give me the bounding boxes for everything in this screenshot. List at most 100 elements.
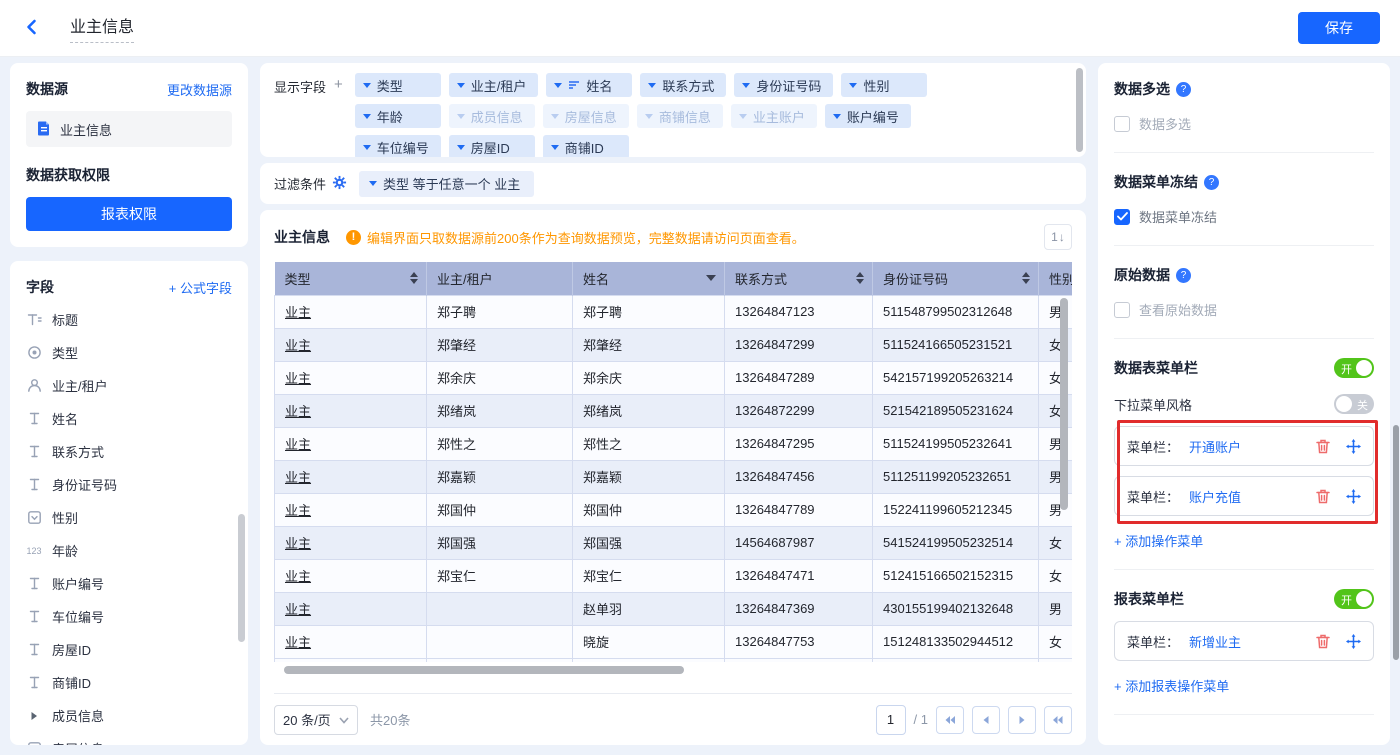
add-report-menu-link[interactable]: + 添加报表操作菜单 — [1114, 676, 1229, 695]
field-item-姓名[interactable]: 姓名 — [26, 402, 248, 435]
display-field-chip-业主/租户[interactable]: 业主/租户 — [449, 73, 539, 97]
current-page-input[interactable]: 1 — [876, 705, 906, 735]
delete-icon[interactable] — [1315, 633, 1331, 649]
table-menu-toggle[interactable]: 开 — [1334, 358, 1374, 378]
delete-icon[interactable] — [1315, 438, 1331, 454]
display-field-chip-商铺ID[interactable]: 商铺ID — [543, 135, 629, 157]
sort-desc-icon[interactable] — [706, 275, 716, 281]
column-header-联系方式[interactable]: 联系方式 — [725, 262, 873, 295]
filter-condition-chip[interactable]: 类型 等于任意一个 业主 — [359, 171, 534, 197]
next-page-button[interactable] — [1008, 706, 1036, 734]
help-icon[interactable]: ? — [1204, 175, 1219, 190]
table-cell[interactable]: 业主 — [275, 394, 427, 427]
field-item-联系方式[interactable]: 联系方式 — [26, 435, 248, 468]
menu-item-name[interactable]: 新增业主 — [1189, 632, 1241, 651]
formula-field-link[interactable]: + 公式字段 — [169, 278, 232, 297]
report-menu-toggle[interactable]: 开 — [1334, 589, 1374, 609]
field-item-商铺ID[interactable]: 商铺ID — [26, 666, 248, 699]
change-datasource-link[interactable]: 更改数据源 — [167, 80, 232, 99]
report-permission-button[interactable]: 报表权限 — [26, 197, 232, 231]
help-icon[interactable]: ? — [1176, 268, 1191, 283]
menu-item-开通账户[interactable]: 菜单栏：开通账户 — [1114, 426, 1374, 466]
display-field-chip-性别[interactable]: 性别 — [841, 73, 927, 97]
field-item-身份证号码[interactable]: 身份证号码 — [26, 468, 248, 501]
raw-data-checkbox-row[interactable]: 查看原始数据 — [1114, 300, 1374, 319]
column-header-性别[interactable]: 性别 — [1039, 262, 1073, 295]
first-page-button[interactable] — [936, 706, 964, 734]
table-cell[interactable]: 业主 — [275, 592, 427, 625]
display-field-chip-联系方式[interactable]: 联系方式 — [640, 73, 726, 97]
display-field-chip-年龄[interactable]: 年龄 — [355, 104, 441, 128]
field-item-车位编号[interactable]: 车位编号 — [26, 600, 248, 633]
field-item-性别[interactable]: 性别 — [26, 501, 248, 534]
add-action-menu-link[interactable]: + 添加操作菜单 — [1114, 531, 1203, 550]
display-field-chip-房屋ID[interactable]: 房屋ID — [449, 135, 535, 157]
multi-select-checkbox-row[interactable]: 数据多选 — [1114, 114, 1374, 133]
add-display-field-button[interactable]: + — [334, 77, 343, 92]
menu-item-账户充值[interactable]: 菜单栏：账户充值 — [1114, 476, 1374, 516]
sort-icon[interactable] — [1022, 272, 1030, 284]
dropdown-style-toggle[interactable]: 关 — [1334, 394, 1374, 414]
display-field-chip-账户编号[interactable]: 账户编号 — [825, 104, 911, 128]
field-item-类型[interactable]: 类型 — [26, 336, 248, 369]
table-cell[interactable]: 业主 — [275, 526, 427, 559]
field-item-账户编号[interactable]: 账户编号 — [26, 567, 248, 600]
checkbox-unchecked-icon[interactable] — [1114, 302, 1130, 318]
table-cell[interactable]: 业主 — [275, 427, 427, 460]
page-vertical-scrollbar[interactable] — [1393, 425, 1399, 660]
table-cell[interactable]: 业主 — [275, 295, 427, 328]
menu-freeze-checkbox-row[interactable]: 数据菜单冻结 — [1114, 207, 1374, 226]
last-page-button[interactable] — [1044, 706, 1072, 734]
divider — [1114, 245, 1374, 246]
field-item-年龄[interactable]: 123年龄 — [26, 534, 248, 567]
prev-page-button[interactable] — [972, 706, 1000, 734]
field-item-业主/租户[interactable]: 业主/租户 — [26, 369, 248, 402]
display-field-chip-身份证号码[interactable]: 身份证号码 — [734, 73, 833, 97]
sort-icon[interactable] — [410, 272, 418, 284]
table-cell[interactable]: 业主 — [275, 493, 427, 526]
help-icon[interactable]: ? — [1176, 82, 1191, 97]
sort-order-button[interactable]: 1↓ — [1044, 224, 1072, 250]
table-cell[interactable]: 业主 — [275, 625, 427, 658]
display-field-chip-房屋信息[interactable]: 房屋信息 — [543, 104, 629, 128]
page-size-select[interactable]: 20 条/页 — [274, 705, 358, 735]
display-field-chip-类型[interactable]: 类型 — [355, 73, 441, 97]
field-item-成员信息[interactable]: 成员信息 — [26, 699, 248, 732]
move-icon[interactable] — [1345, 438, 1361, 454]
move-icon[interactable] — [1345, 488, 1361, 504]
menu-item-name[interactable]: 开通账户 — [1189, 437, 1241, 456]
table-vertical-scrollbar[interactable] — [1060, 298, 1068, 510]
table-cell[interactable]: 业主 — [275, 559, 427, 592]
move-icon[interactable] — [1345, 633, 1361, 649]
checkbox-unchecked-icon[interactable] — [1114, 116, 1130, 132]
display-panel-scrollbar[interactable] — [1076, 68, 1083, 152]
table-cell[interactable]: 业主 — [275, 460, 427, 493]
menu-item-新增业主[interactable]: 菜单栏：新增业主 — [1114, 621, 1374, 661]
table-cell[interactable]: 业主 — [275, 361, 427, 394]
save-button[interactable]: 保存 — [1298, 12, 1380, 44]
column-header-姓名[interactable]: 姓名 — [573, 262, 725, 295]
column-header-类型[interactable]: 类型 — [275, 262, 427, 295]
checkbox-checked-icon[interactable] — [1114, 209, 1130, 225]
table-horizontal-scrollbar[interactable] — [284, 666, 684, 674]
delete-icon[interactable] — [1315, 488, 1331, 504]
display-field-chip-商铺信息[interactable]: 商铺信息 — [637, 104, 723, 128]
pagination-bar: 20 条/页 共20条 1 / 1 — [274, 693, 1072, 745]
column-header-业主/租户[interactable]: 业主/租户 — [427, 262, 573, 295]
field-item-房屋信息[interactable]: 房屋信息 — [26, 732, 248, 745]
table-cell[interactable]: 业主 — [275, 328, 427, 361]
fields-scrollbar[interactable] — [238, 514, 245, 642]
sort-icon[interactable] — [856, 272, 864, 284]
gear-icon[interactable] — [332, 175, 347, 193]
display-field-chip-业主账户[interactable]: 业主账户 — [731, 104, 817, 128]
display-field-chip-成员信息[interactable]: 成员信息 — [449, 104, 535, 128]
field-item-标题[interactable]: 标题 — [26, 303, 248, 336]
table-row: 业主郑国强郑国强14564687987541524199505232514女 — [275, 526, 1073, 559]
datasource-item[interactable]: 业主信息 — [26, 111, 232, 147]
column-header-身份证号码[interactable]: 身份证号码 — [873, 262, 1039, 295]
display-field-chip-姓名[interactable]: 姓名 — [546, 73, 632, 97]
display-field-chip-车位编号[interactable]: 车位编号 — [355, 135, 441, 157]
back-button[interactable] — [20, 16, 44, 40]
menu-item-name[interactable]: 账户充值 — [1189, 487, 1241, 506]
field-item-房屋ID[interactable]: 房屋ID — [26, 633, 248, 666]
